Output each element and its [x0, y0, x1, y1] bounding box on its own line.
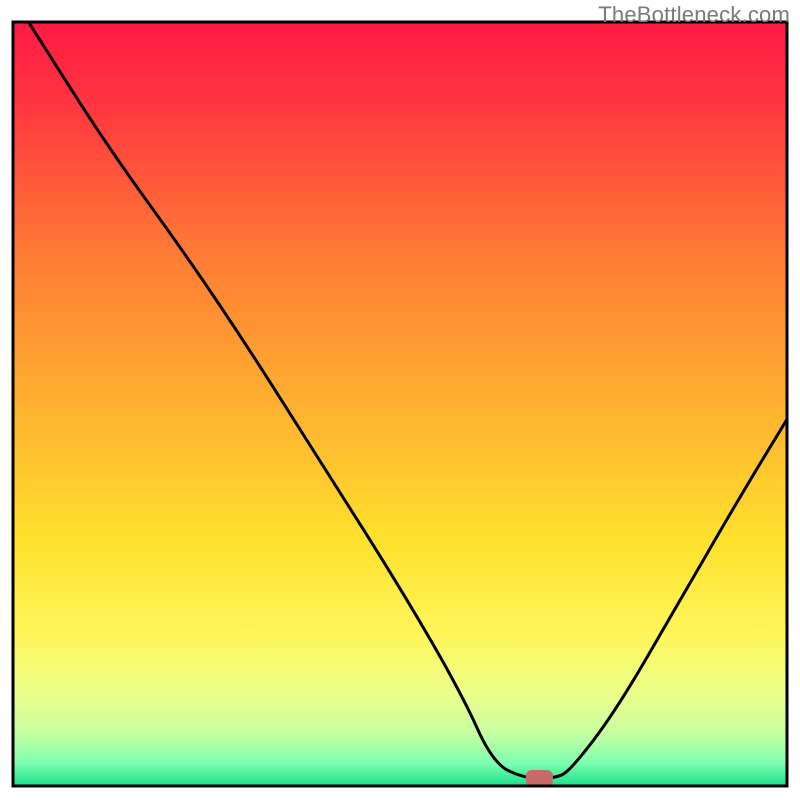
plot-area — [13, 22, 787, 787]
gradient-background — [13, 22, 787, 786]
optimal-marker — [526, 770, 553, 787]
chart-container: TheBottleneck.com — [0, 0, 800, 800]
bottleneck-chart — [0, 0, 800, 800]
watermark-label: TheBottleneck.com — [598, 2, 790, 28]
